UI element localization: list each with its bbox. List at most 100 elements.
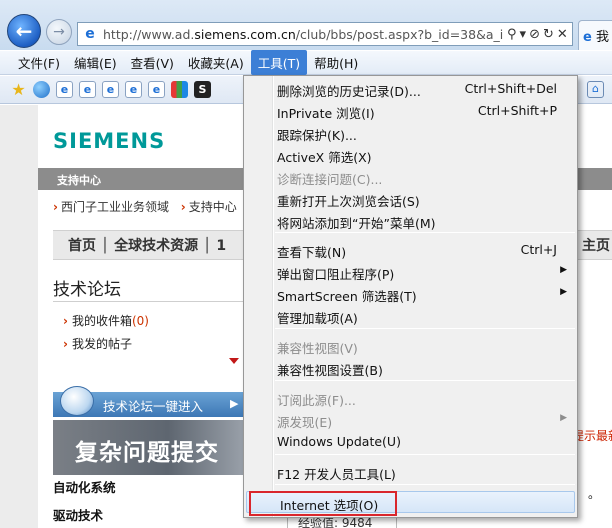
menu-item-label: 重新打开上次浏览会话(S) [277, 194, 420, 209]
tools-menu-item: 兼容性视图(V) [244, 335, 577, 357]
chevron-right-icon: › [53, 200, 58, 214]
url-text[interactable]: http://www.ad.siemens.com.cn/club/bbs/po… [103, 27, 503, 42]
forward-arrow-icon: → [53, 24, 65, 40]
my-posts-link[interactable]: 我发的帖子 [72, 337, 132, 351]
compatibility-view-icon[interactable]: ⊘ [529, 27, 540, 42]
forward-button[interactable]: → [46, 19, 72, 45]
menu-separator [275, 484, 575, 485]
page-icon[interactable]: e [56, 81, 73, 98]
chevron-right-icon: › [180, 200, 186, 214]
tools-menu-item[interactable]: 将网站添加到“开始”菜单(M) [244, 210, 577, 232]
ie-tab-icon: e [583, 30, 592, 45]
site-nav-links[interactable]: 首页 │ 全球技术资源 │ 1 [68, 235, 226, 255]
back-button[interactable]: ← [7, 14, 41, 48]
menu-item-label: 将网站添加到“开始”菜单(M) [277, 216, 436, 231]
list-item[interactable]: › 我发的帖子 [63, 335, 132, 352]
address-bar-buttons: ⚲ ▾ ⊘ ↻ ✕ [507, 27, 568, 42]
menu-item-label: 源发现(E) [277, 415, 333, 430]
page-icon[interactable]: e [125, 81, 142, 98]
category-label[interactable]: 自动化系统 [53, 477, 116, 496]
tools-menu-item[interactable]: 重新打开上次浏览会话(S) [244, 188, 577, 210]
menu-item-label: 订阅此源(F)... [277, 393, 356, 408]
promo-banner-text: 复杂问题提交 [75, 440, 219, 466]
notice-text[interactable]: 提示最新 [572, 427, 612, 444]
breadcrumb: › 西门子工业业务领域 › 支持中心 [53, 198, 237, 215]
tools-menu-item[interactable]: Windows Update(U) [244, 431, 577, 453]
body-text: 。 [588, 487, 601, 501]
focus-highlight [249, 491, 397, 516]
app-icon[interactable] [171, 81, 188, 98]
site-nav-right[interactable]: 主页 [582, 235, 610, 255]
submenu-arrow-icon: ▶ [560, 287, 567, 297]
menu-item-label: 查看下载(N) [277, 245, 347, 260]
section-band-label: 支持中心 [57, 174, 101, 187]
tools-menu-item[interactable]: 管理加载项(A) [244, 305, 577, 327]
search-icon[interactable]: ⚲ [507, 27, 517, 42]
menu-view[interactable]: 查看(V) [124, 50, 181, 75]
page-icon[interactable]: e [102, 81, 119, 98]
tools-menu-item[interactable]: ActiveX 筛选(X) [244, 144, 577, 166]
page-margin [0, 105, 38, 528]
siemens-logo[interactable]: SIEMENS [53, 129, 165, 153]
submenu-arrow-icon: ▶ [560, 265, 567, 275]
inbox-link[interactable]: 我的收件箱 [72, 314, 132, 328]
ie-page-icon: e [85, 26, 95, 42]
play-arrow-icon: ▶ [230, 397, 239, 410]
page-icon[interactable]: e [79, 81, 96, 98]
category-label[interactable]: 驱动技术 [53, 505, 103, 524]
tools-menu-item: 源发现(E) ▶ [244, 409, 577, 431]
tab-title: 我 [595, 30, 609, 45]
tools-menu-item[interactable]: 删除浏览的历史记录(D)... Ctrl+Shift+Del [244, 78, 577, 100]
app-icon[interactable]: S [194, 81, 211, 98]
chevron-right-icon: › [63, 337, 68, 351]
tools-menu-item[interactable]: 跟踪保护(K)... [244, 122, 577, 144]
browser-tab[interactable]: e 我 [578, 20, 612, 50]
menu-item-label: 删除浏览的历史记录(D)... [277, 84, 421, 99]
submenu-arrow-icon: ▶ [560, 413, 567, 423]
menu-item-label: 跟踪保护(K)... [277, 128, 357, 143]
breadcrumb-link[interactable]: 支持中心 [189, 200, 237, 214]
menu-favorites[interactable]: 收藏夹(A) [181, 50, 251, 75]
menu-item-label: 管理加载项(A) [277, 311, 358, 326]
menu-separator [275, 380, 575, 381]
menu-file[interactable]: 文件(F) [11, 50, 67, 75]
menu-tools[interactable]: 工具(T) [250, 50, 308, 75]
dropdown-arrow-icon[interactable]: ▾ [520, 27, 527, 42]
menu-separator [275, 232, 575, 233]
chevron-right-icon: › [63, 314, 68, 328]
tools-menu-item[interactable]: 弹出窗口阻止程序(P) ▶ [244, 261, 577, 283]
address-bar[interactable]: e http://www.ad.siemens.com.cn/club/bbs/… [77, 22, 573, 46]
globe-icon[interactable] [33, 81, 50, 98]
menu-item-label: InPrivate 浏览(I) [277, 106, 375, 121]
tools-menu-item[interactable]: F12 开发人员工具(L) [244, 461, 577, 483]
page-icon[interactable]: e [148, 81, 165, 98]
tools-menu-item[interactable]: SmartScreen 筛选器(T) ▶ [244, 283, 577, 305]
refresh-icon[interactable]: ↻ [543, 27, 554, 42]
menu-edit[interactable]: 编辑(E) [67, 50, 124, 75]
menu-separator [275, 328, 575, 329]
menu-item-label: 诊断连接问题(C)... [277, 172, 383, 187]
tools-menu-item[interactable]: 兼容性视图设置(B) [244, 357, 577, 379]
quick-entry-label[interactable]: 技术论坛一键进入 [103, 396, 203, 415]
home-icon[interactable]: ⌂ [587, 81, 604, 98]
divider [53, 301, 243, 302]
tools-menu-item[interactable]: InPrivate 浏览(I) Ctrl+Shift+P [244, 100, 577, 122]
breadcrumb-link[interactable]: 西门子工业业务领域 [61, 200, 169, 214]
menu-item-label: ActiveX 筛选(X) [277, 150, 372, 165]
list-item[interactable]: › 我的收件箱(0) [63, 312, 149, 329]
tools-menu: 删除浏览的历史记录(D)... Ctrl+Shift+Del InPrivate 浏… [243, 75, 578, 518]
menu-help[interactable]: 帮助(H) [307, 50, 365, 75]
address-row: ← → e http://www.ad.siemens.com.cn/club/… [0, 0, 612, 50]
menu-item-label: SmartScreen 筛选器(T) [277, 289, 417, 304]
tools-menu-item[interactable]: 查看下载(N) Ctrl+J [244, 239, 577, 261]
tools-menu-item: 订阅此源(F)... [244, 387, 577, 409]
menu-item-label: 兼容性视图(V) [277, 341, 358, 356]
menu-item-label: F12 开发人员工具(L) [277, 467, 396, 482]
menu-bar: 文件(F) 编辑(E) 查看(V) 收藏夹(A) 工具(T) 帮助(H) [0, 50, 612, 75]
caret-down-icon[interactable] [229, 358, 239, 364]
stop-icon[interactable]: ✕ [557, 27, 568, 42]
menu-item-label: 弹出窗口阻止程序(P) [277, 267, 395, 282]
page-title: 技术论坛 [53, 280, 121, 300]
menu-item-shortcut: Ctrl+Shift+P [477, 103, 557, 118]
favorites-star-icon[interactable]: ★ [10, 80, 27, 99]
